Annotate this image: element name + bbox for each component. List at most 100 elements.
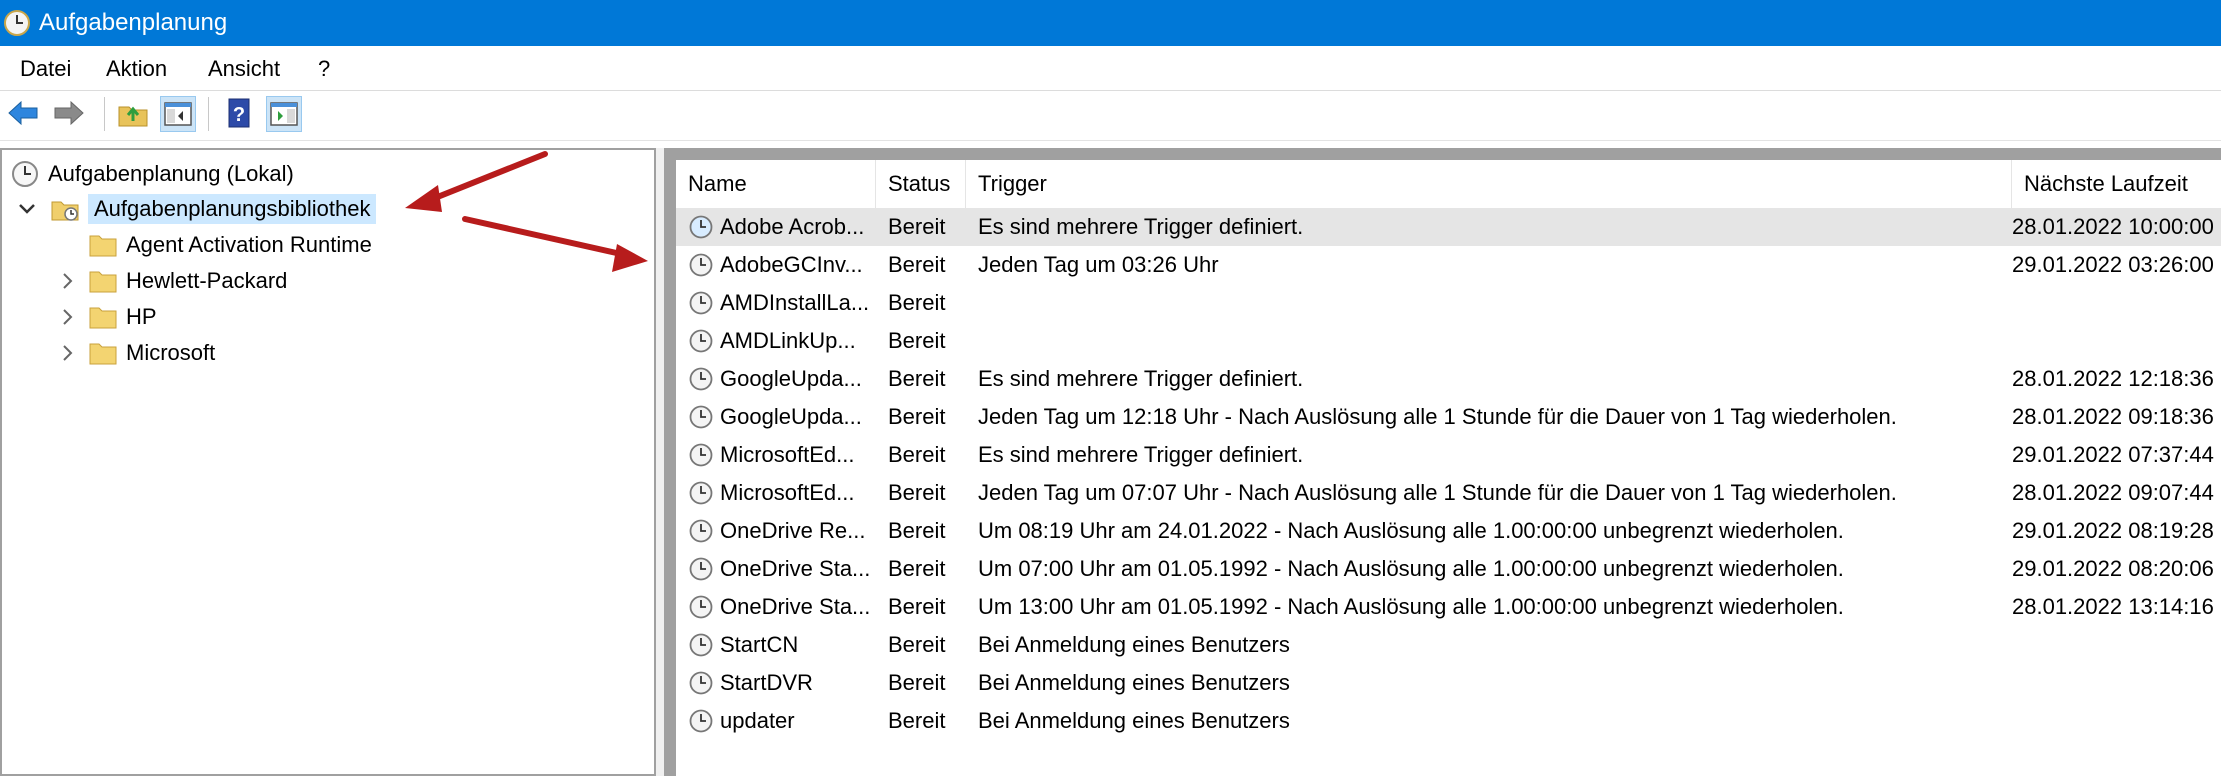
table-row[interactable]: OneDrive Sta... Bereit Um 07:00 Uhr am 01.… (676, 550, 2221, 588)
task-status: Bereit (888, 366, 946, 391)
task-list[interactable]: Name Status Trigger Nächste Laufzeit Ado… (676, 160, 2221, 776)
folder-up-button[interactable] (116, 96, 152, 132)
table-row[interactable]: StartDVR Bereit Bei Anmeldung eines Benutz… (676, 664, 2221, 702)
table-row[interactable]: Adobe Acrob... Bereit Es sind mehrere Trig… (676, 208, 2221, 246)
show-action-pane-icon (270, 102, 298, 126)
task-name: AMDInstallLa... (720, 290, 870, 315)
forward-arrow-icon (54, 100, 84, 126)
tree-item-label: Aufgabenplanung (Lokal) (48, 161, 294, 186)
task-clock-icon (689, 709, 713, 733)
task-clock-icon (689, 329, 713, 353)
task-trigger: Um 07:00 Uhr am 01.05.1992 - Nach Auslös… (978, 556, 1844, 581)
chevron-right-icon[interactable] (56, 342, 78, 364)
column-header-status[interactable]: Status (876, 160, 966, 208)
task-status: Bereit (888, 214, 946, 239)
task-trigger (978, 284, 2096, 322)
task-name: AdobeGCInv... (720, 252, 863, 277)
task-scheduler-clock-icon (4, 10, 30, 36)
toolbar-separator (104, 97, 105, 131)
menu-aktion[interactable]: Aktion (106, 56, 167, 82)
table-row[interactable]: OneDrive Sta... Bereit Um 13:00 Uhr am 01.… (676, 588, 2221, 626)
task-trigger: Jeden Tag um 07:07 Uhr - Nach Auslösung … (978, 480, 1897, 505)
task-clock-icon (689, 291, 713, 315)
tree-item-label: Microsoft (126, 340, 216, 365)
task-clock-icon (689, 633, 713, 657)
tree-item-folder-microsoft[interactable]: Microsoft (56, 336, 215, 370)
menu-datei[interactable]: Datei (20, 56, 71, 82)
table-row[interactable]: updater Bereit Bei Anmeldung eines Benutze… (676, 702, 2221, 740)
column-header-next-run[interactable]: Nächste Laufzeit (2012, 160, 2221, 208)
back-button[interactable] (6, 96, 42, 132)
task-next-run: 28.01.2022 12:18:36 (2012, 366, 2214, 391)
folder-icon (89, 235, 117, 257)
tree-item-label: Agent Activation Runtime (126, 232, 372, 257)
back-arrow-icon (8, 100, 38, 126)
folder-up-icon (118, 106, 148, 127)
task-trigger: Es sind mehrere Trigger definiert. (978, 442, 1304, 467)
task-next-run: 29.01.2022 03:26:00 (2012, 252, 2214, 277)
task-trigger: Jeden Tag um 12:18 Uhr - Nach Auslösung … (978, 404, 1897, 429)
task-trigger: Bei Anmeldung eines Benutzers (978, 670, 1290, 695)
task-name: AMDLinkUp... (720, 328, 856, 353)
task-clock-icon (689, 595, 713, 619)
folder-icon (89, 271, 117, 293)
task-name: StartDVR (720, 670, 813, 695)
task-clock-icon (689, 405, 713, 429)
pane-splitter[interactable] (656, 148, 664, 776)
table-row[interactable]: StartCN Bereit Bei Anmeldung eines Benutze… (676, 626, 2221, 664)
task-trigger: Jeden Tag um 03:26 Uhr (978, 252, 1219, 277)
table-row[interactable]: AMDInstallLa... Bereit (676, 284, 2221, 322)
task-name: Adobe Acrob... (720, 214, 865, 239)
tree-item-root[interactable]: Aufgabenplanung (Lokal) (10, 157, 294, 191)
help-icon: ? (228, 98, 250, 128)
task-status: Bereit (888, 594, 946, 619)
tree-item-folder-agent-activation-runtime[interactable]: Agent Activation Runtime (88, 228, 372, 262)
task-next-run (2012, 664, 2221, 702)
task-trigger: Es sind mehrere Trigger definiert. (978, 366, 1304, 391)
task-clock-icon (689, 253, 713, 277)
forward-button[interactable] (52, 96, 88, 132)
task-next-run (2012, 626, 2221, 664)
table-row[interactable]: MicrosoftEd... Bereit Es sind mehrere Trig… (676, 436, 2221, 474)
help-button[interactable]: ? (222, 96, 258, 132)
task-clock-icon (689, 671, 713, 695)
table-row[interactable]: MicrosoftEd... Bereit Jeden Tag um 07:07 U… (676, 474, 2221, 512)
task-name: GoogleUpda... (720, 366, 862, 391)
task-name: MicrosoftEd... (720, 442, 855, 467)
task-name: StartCN (720, 632, 799, 657)
chevron-right-icon[interactable] (56, 270, 78, 292)
chevron-right-icon[interactable] (56, 306, 78, 328)
table-row[interactable]: AMDLinkUp... Bereit (676, 322, 2221, 360)
column-header-trigger[interactable]: Trigger (966, 160, 2012, 208)
table-row[interactable]: GoogleUpda... Bereit Jeden Tag um 12:18 Uh… (676, 398, 2221, 436)
tree-item-label: Hewlett-Packard (126, 268, 288, 293)
show-console-tree-button[interactable] (160, 96, 196, 132)
task-status: Bereit (888, 328, 946, 353)
task-name: MicrosoftEd... (720, 480, 855, 505)
task-trigger: Um 08:19 Uhr am 24.01.2022 - Nach Auslös… (978, 518, 1844, 543)
table-row[interactable]: OneDrive Re... Bereit Um 08:19 Uhr am 24.0… (676, 512, 2221, 550)
column-header-name[interactable]: Name (676, 160, 876, 208)
task-status: Bereit (888, 252, 946, 277)
task-next-run (2012, 702, 2221, 740)
task-status: Bereit (888, 632, 946, 657)
tree-item-library[interactable]: Aufgabenplanungsbibliothek (16, 192, 377, 226)
menu-help[interactable]: ? (318, 56, 330, 82)
console-tree[interactable]: Aufgabenplanung (Lokal) Aufgabenplanungs… (0, 148, 656, 776)
tree-item-folder-hewlett-packard[interactable]: Hewlett-Packard (56, 264, 287, 298)
task-trigger: Bei Anmeldung eines Benutzers (978, 632, 1290, 657)
task-status: Bereit (888, 556, 946, 581)
task-status: Bereit (888, 290, 946, 315)
task-next-run (2012, 284, 2221, 322)
table-row[interactable]: AdobeGCInv... Bereit Jeden Tag um 03:26 Uh… (676, 246, 2221, 284)
task-status: Bereit (888, 480, 946, 505)
chevron-down-icon[interactable] (16, 198, 38, 220)
task-clock-icon (689, 557, 713, 581)
task-clock-icon (689, 215, 713, 239)
table-row[interactable]: GoogleUpda... Bereit Es sind mehrere Trigg… (676, 360, 2221, 398)
title-bar: Aufgabenplanung (0, 0, 2221, 46)
tree-item-folder-hp[interactable]: HP (56, 300, 157, 334)
folder-icon (89, 343, 117, 365)
show-action-pane-button[interactable] (266, 96, 302, 132)
menu-ansicht[interactable]: Ansicht (208, 56, 280, 82)
